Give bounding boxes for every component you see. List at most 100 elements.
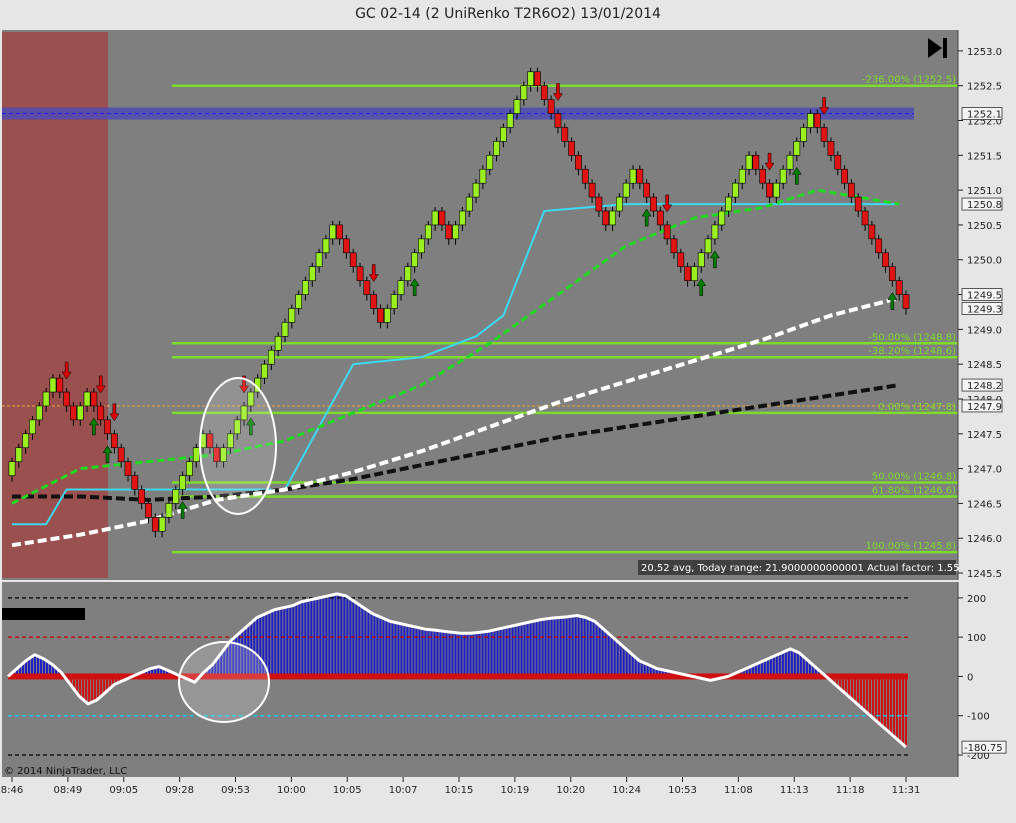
renko-brick <box>49 377 57 393</box>
time-tick-label: 10:00 <box>277 785 306 796</box>
renko-brick <box>295 294 302 309</box>
oscillator-tick-label: 200 <box>967 594 986 605</box>
renko-brick <box>677 252 685 268</box>
renko-brick <box>411 252 419 268</box>
time-tick-label: 10:07 <box>389 785 418 796</box>
renko-brick <box>629 168 637 184</box>
renko-brick <box>493 141 500 156</box>
price-tick-label: 1253.0 <box>967 47 1002 58</box>
renko-brick <box>656 210 664 226</box>
renko-brick <box>274 336 282 351</box>
renko-brick <box>807 113 814 128</box>
fib-level-label: -38.20% (1248.6) <box>868 346 956 357</box>
renko-brick <box>302 280 309 295</box>
renko-brick <box>356 266 364 281</box>
oscillator-panel[interactable] <box>2 582 958 777</box>
renko-brick <box>70 405 77 421</box>
renko-brick <box>643 182 651 198</box>
renko-brick <box>581 168 589 184</box>
renko-brick <box>131 475 139 490</box>
renko-brick <box>732 182 739 198</box>
fib-level-label: -236.00% (1252.5) <box>862 75 956 86</box>
renko-brick <box>459 210 466 226</box>
time-axis[interactable] <box>0 777 1016 823</box>
renko-brick <box>349 252 357 268</box>
time-tick-label: 09:05 <box>109 785 138 796</box>
renko-brick <box>711 224 719 240</box>
renko-brick <box>363 280 371 295</box>
renko-brick <box>820 127 828 142</box>
renko-brick <box>766 182 773 198</box>
renko-brick <box>895 280 903 295</box>
oscillator-tick-label: 100 <box>967 633 986 644</box>
price-tick-label: 1245.5 <box>967 569 1002 580</box>
renko-brick <box>63 391 70 407</box>
renko-brick <box>759 168 767 184</box>
renko-brick <box>779 168 787 184</box>
price-marker-label: 1250.8 <box>967 200 1002 211</box>
renko-brick <box>124 461 132 476</box>
renko-brick <box>35 405 43 421</box>
renko-brick <box>445 224 453 240</box>
price-tick-label: 1247.5 <box>967 430 1002 441</box>
renko-brick <box>554 113 562 128</box>
time-tick-label: 10:19 <box>500 785 529 796</box>
renko-brick <box>738 168 746 184</box>
renko-brick <box>110 433 118 449</box>
renko-brick <box>793 141 801 156</box>
renko-brick <box>595 196 603 212</box>
time-tick-label: 10:20 <box>556 785 585 796</box>
renko-brick <box>902 294 910 309</box>
renko-brick <box>718 210 726 226</box>
price-tick-label: 1248.5 <box>967 360 1002 371</box>
time-tick-label: 11:18 <box>836 785 865 796</box>
price-tick-label: 1252.5 <box>967 82 1002 93</box>
renko-brick <box>575 155 582 170</box>
renko-brick <box>261 363 268 379</box>
renko-brick <box>138 489 146 504</box>
time-tick-label: 09:28 <box>165 785 194 796</box>
renko-brick <box>670 238 678 254</box>
renko-brick <box>479 168 487 184</box>
renko-brick <box>520 85 528 100</box>
time-tick-label: 11:13 <box>780 785 809 796</box>
renko-brick <box>691 266 698 281</box>
zero-line-band <box>8 673 908 680</box>
renko-brick <box>192 447 200 462</box>
price-tick-label: 1249.0 <box>967 325 1002 336</box>
renko-brick <box>848 182 855 198</box>
renko-brick <box>650 196 657 212</box>
renko-brick <box>336 224 343 240</box>
renko-brick <box>404 266 412 281</box>
renko-brick <box>424 224 432 240</box>
renko-brick <box>506 113 514 128</box>
renko-brick <box>438 210 446 226</box>
fib-level-label: 61.80% (1246.6) <box>872 485 956 496</box>
time-tick-label: 10:05 <box>333 785 362 796</box>
renko-brick <box>534 71 541 86</box>
renko-brick <box>861 210 869 226</box>
renko-brick <box>875 238 883 254</box>
renko-brick <box>452 224 459 240</box>
renko-brick <box>472 182 480 198</box>
renko-brick <box>752 155 760 170</box>
highlight-ellipse <box>199 377 277 515</box>
price-marker-label: 1249.3 <box>967 304 1002 315</box>
renko-brick <box>56 377 64 393</box>
renko-brick <box>281 322 289 337</box>
renko-brick <box>267 349 275 365</box>
renko-brick <box>540 85 548 100</box>
osc-label-bar <box>2 608 85 620</box>
renko-brick <box>800 127 808 142</box>
renko-brick <box>179 475 186 490</box>
renko-brick <box>117 447 125 462</box>
renko-brick <box>390 294 398 309</box>
chart-canvas[interactable]: -236.00% (1252.5) -50.00% (1248.8) -38.20%… <box>0 0 1016 823</box>
price-tick-label: 1246.5 <box>967 499 1002 510</box>
fib-level-label: 0.00% (1247.8) <box>878 402 956 413</box>
renko-brick <box>813 113 821 128</box>
renko-brick <box>513 99 521 114</box>
oscillator-value-label: -180.75 <box>964 743 1003 754</box>
renko-brick <box>288 308 296 323</box>
renko-brick <box>622 182 630 198</box>
